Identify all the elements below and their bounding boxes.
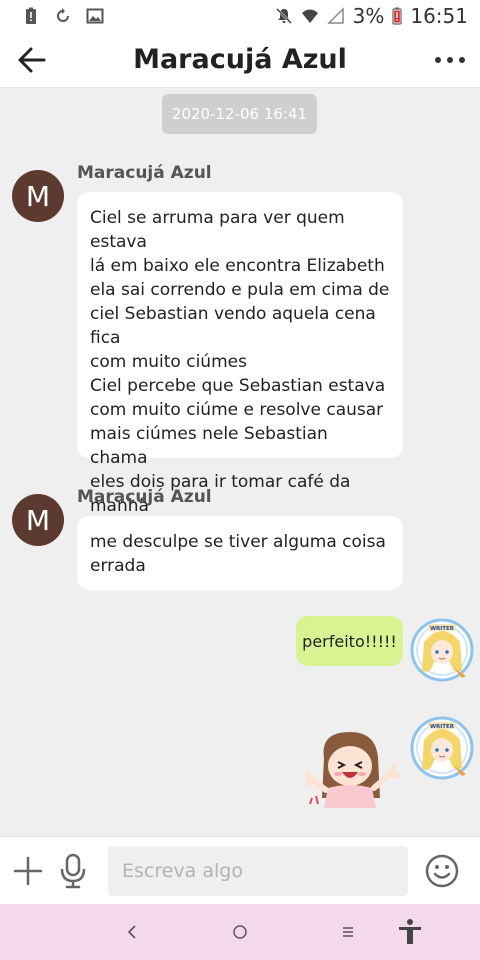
chat-header: Maracujá Azul [0, 32, 480, 88]
nav-recents-button[interactable] [334, 918, 362, 946]
message-text: perfeito!!!!! [302, 631, 397, 651]
system-nav-bar [0, 904, 480, 960]
more-options-button[interactable] [432, 46, 468, 74]
battery-alert-icon [26, 7, 36, 24]
microphone-icon [60, 853, 86, 889]
plus-icon [13, 856, 43, 886]
message-line: Ciel percebe que Sebastian estava [90, 376, 386, 396]
arrow-left-icon [18, 47, 46, 73]
battery-low-icon [392, 7, 402, 25]
message-line: lá em baixo ele encontra Elizabeth [90, 256, 385, 276]
message-line: ciel Sebastian vendo aquela cena fica [90, 304, 376, 348]
message-line: com muito ciúmes [90, 352, 247, 372]
message-line: com muito ciúme e resolve causar [90, 400, 384, 420]
timestamp-badge: 2020-12-06 16:41 [162, 94, 317, 134]
message-line: ela sai correndo e pula em cima de [90, 280, 390, 300]
message-line: errada [90, 556, 146, 576]
image-icon [86, 8, 104, 24]
notifications-off-icon [275, 8, 292, 24]
status-bar: 3% 16:51 [0, 0, 480, 32]
avatar-letter: M [25, 179, 51, 213]
nav-home-icon [233, 925, 247, 939]
sender-name: Maracujá Azul [77, 163, 212, 183]
nav-home-button[interactable] [226, 918, 254, 946]
message-bubble[interactable]: Ciel se arruma para ver quem estava lá e… [77, 192, 403, 516]
emoji-button[interactable] [424, 853, 460, 889]
writer-badge: WRITER [430, 626, 455, 632]
sender-name: Maracujá Azul [77, 487, 212, 507]
message-input[interactable] [108, 846, 408, 896]
nav-back-button[interactable] [118, 918, 146, 946]
chat-title: Maracujá Azul [133, 44, 347, 75]
nav-back-icon [127, 925, 136, 939]
back-button[interactable] [14, 42, 50, 78]
writer-badge: WRITER [430, 724, 455, 730]
accessibility-icon [399, 919, 421, 944]
more-dots-icon [435, 57, 465, 63]
status-left-icons [22, 7, 104, 25]
nav-recents-icon [343, 927, 353, 937]
message-line: mais ciúmes nele Sebastian chama [90, 424, 328, 468]
message-bubble[interactable]: me desculpe se tiver alguma coisa errada [77, 516, 403, 590]
attach-button[interactable] [12, 855, 44, 887]
message-line: Ciel se arruma para ver quem estava [90, 208, 345, 252]
message-line: me desculpe se tiver alguma coisa [90, 532, 386, 552]
wifi-icon [301, 9, 318, 23]
signal-icon [326, 7, 344, 24]
sender-avatar[interactable]: M [12, 170, 64, 222]
sender-avatar[interactable]: M [12, 494, 64, 546]
user-avatar[interactable]: WRITER [410, 618, 474, 682]
message-list[interactable]: 2020-12-06 16:41 M Maracujá Azul Ciel se… [0, 88, 480, 836]
voice-button[interactable] [58, 853, 88, 889]
outgoing-message-bubble[interactable]: perfeito!!!!! [296, 616, 403, 666]
status-right-icons: 3% 16:51 [275, 4, 468, 28]
accessibility-button[interactable] [396, 918, 424, 946]
sticker-image[interactable] [306, 728, 402, 810]
message-input-bar [0, 836, 480, 904]
user-avatar[interactable]: WRITER [410, 716, 474, 780]
emoji-icon [425, 854, 459, 888]
status-time: 16:51 [410, 4, 468, 28]
rotate-icon [57, 8, 69, 22]
avatar-letter: M [25, 503, 51, 537]
battery-percent: 3% [352, 4, 385, 28]
